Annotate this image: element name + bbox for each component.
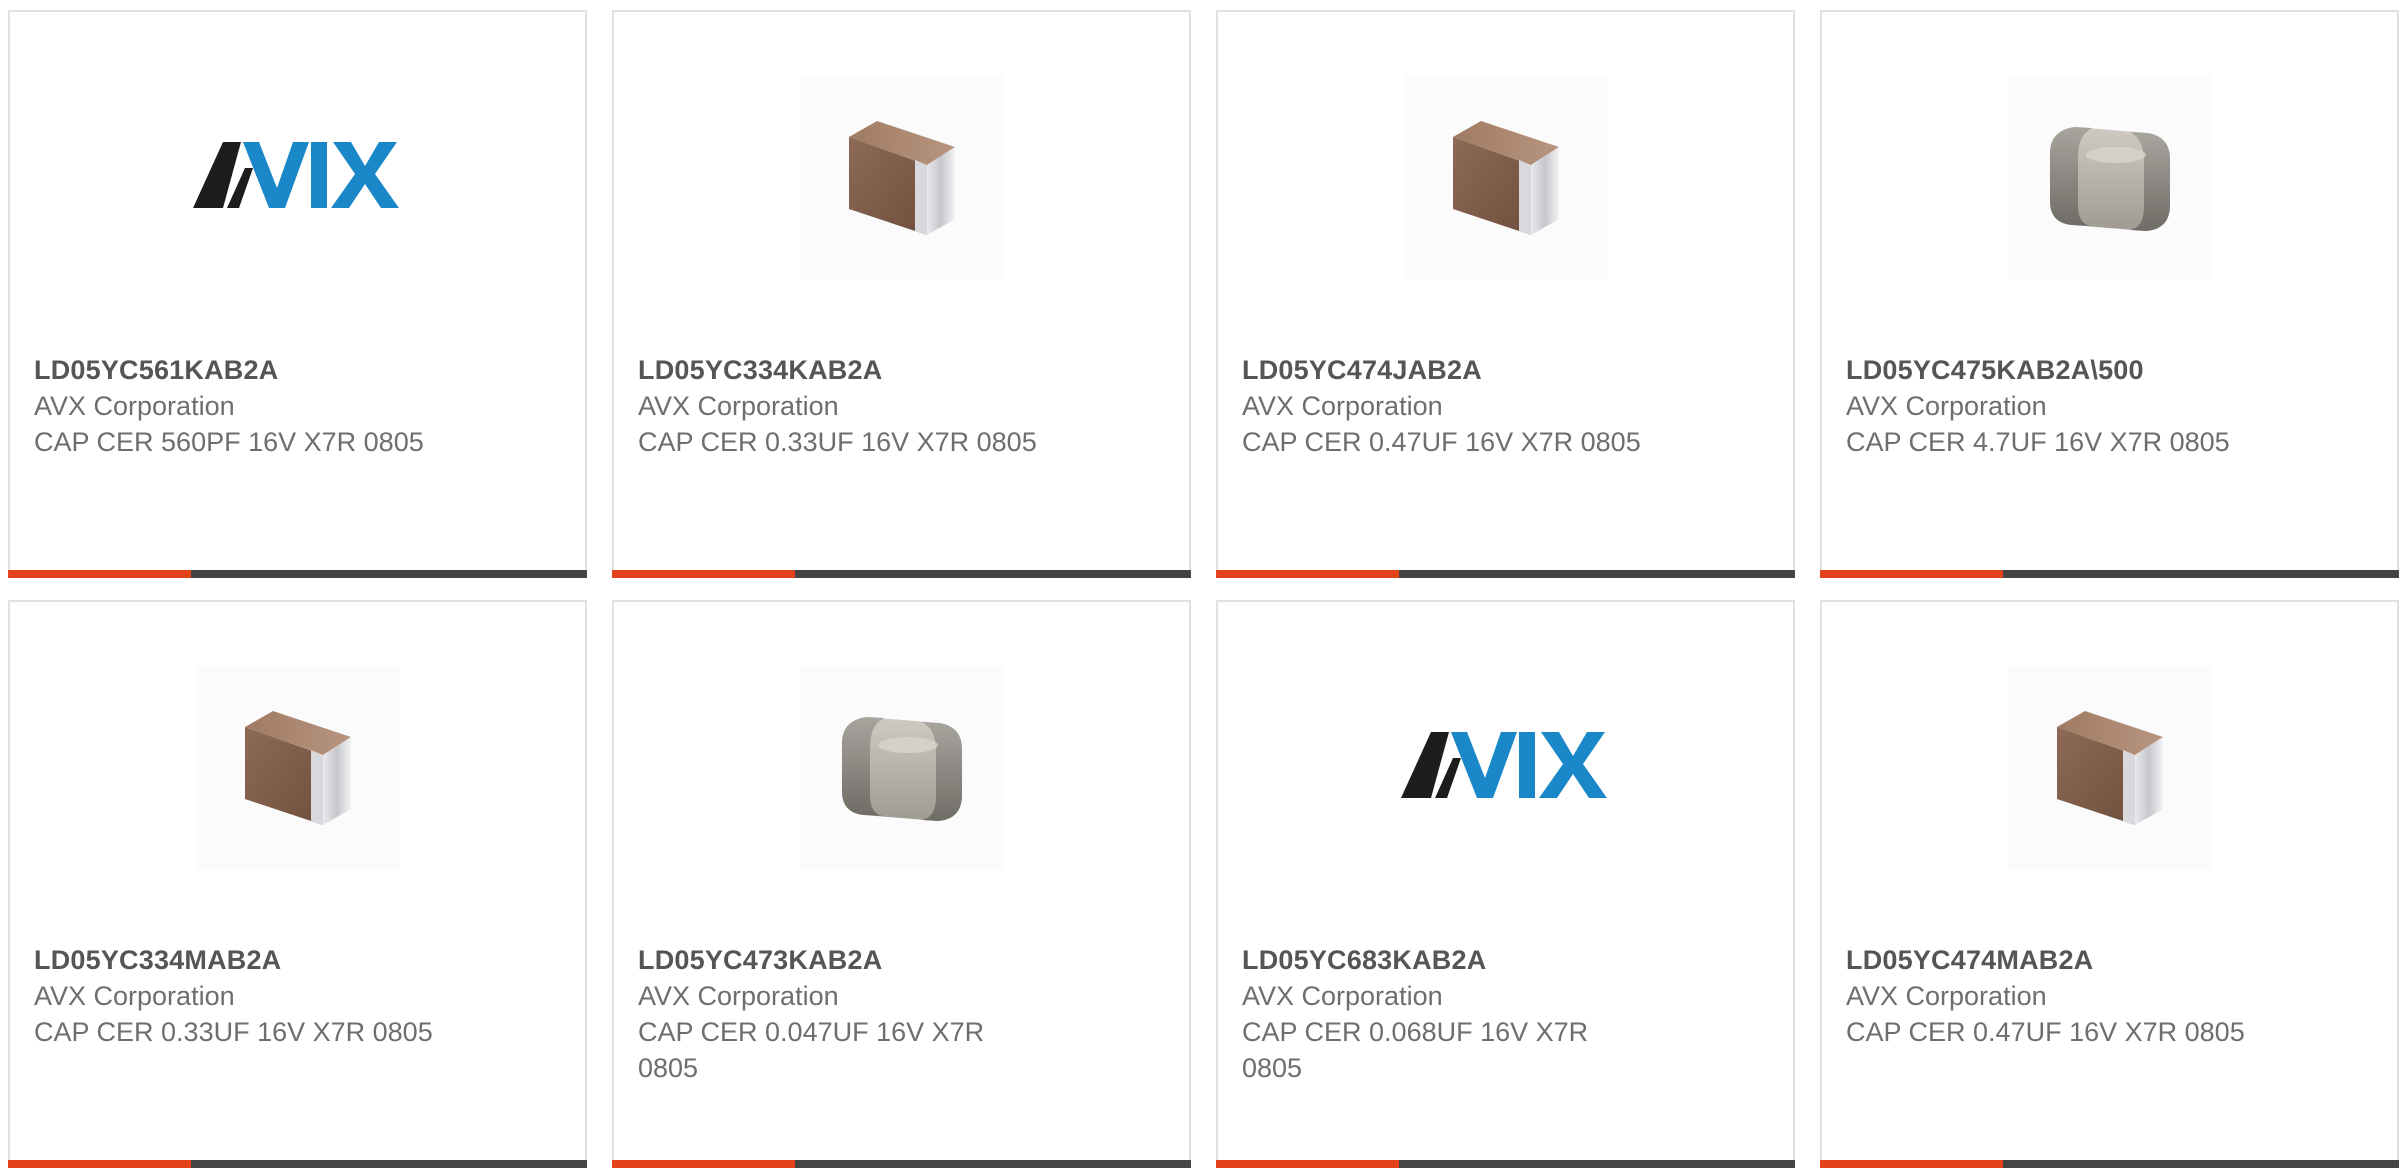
product-info: LD05YC334KAB2A AVX Corporation CAP CER 0.3… [638,352,1165,460]
product-card[interactable]: LD05YC473KAB2A AVX Corporation CAP CER 0.0… [612,600,1191,1168]
part-number[interactable]: LD05YC561KAB2A [34,352,561,388]
product-description: CAP CER 560PF 16V X7R 0805 [34,427,424,457]
product-image[interactable] [1218,666,1793,870]
product-description: CAP CER 0.047UF 16V X7R 0805 [638,1017,985,1083]
manufacturer-name: AVX Corporation [34,981,235,1011]
part-number[interactable]: LD05YC474JAB2A [1242,352,1769,388]
product-description: CAP CER 0.47UF 16V X7R 0805 [1242,427,1641,457]
product-image[interactable] [1218,76,1793,280]
card-footer-bar [1216,570,1795,578]
card-footer-bar [612,570,1191,578]
accent-bar [612,570,795,578]
product-card[interactable]: LD05YC334KAB2A AVX Corporation CAP CER 0.3… [612,10,1191,578]
product-info: LD05YC683KAB2A AVX Corporation CAP CER 0.0… [1242,942,1769,1086]
product-description: CAP CER 0.068UF 16V X7R 0805 [1242,1017,1589,1083]
chip-capacitor-brown-icon [1403,76,1608,280]
product-card[interactable]: LD05YC561KAB2A AVX Corporation CAP CER 560… [8,10,587,578]
avx-logo-icon [1386,666,1626,870]
manufacturer-name: AVX Corporation [1846,391,2047,421]
product-description: CAP CER 0.33UF 16V X7R 0805 [638,427,1037,457]
chip-capacitor-brown-icon [799,76,1004,280]
accent-bar [1216,570,1399,578]
part-number[interactable]: LD05YC474MAB2A [1846,942,2373,978]
product-description: CAP CER 0.33UF 16V X7R 0805 [34,1017,433,1047]
chip-capacitor-brown-icon [2007,666,2212,870]
part-number[interactable]: LD05YC473KAB2A [638,942,1165,978]
product-info: LD05YC474MAB2A AVX Corporation CAP CER 0.4… [1846,942,2373,1050]
part-number[interactable]: LD05YC475KAB2A\500 [1846,352,2373,388]
product-info: LD05YC475KAB2A\500 AVX Corporation CAP CER… [1846,352,2373,460]
product-image[interactable] [10,76,585,280]
product-card[interactable]: LD05YC474JAB2A AVX Corporation CAP CER 0.4… [1216,10,1795,578]
product-image[interactable] [1822,76,2397,280]
product-info: LD05YC561KAB2A AVX Corporation CAP CER 560… [34,352,561,460]
manufacturer-name: AVX Corporation [1846,981,2047,1011]
accent-bar [8,570,191,578]
product-description: CAP CER 4.7UF 16V X7R 0805 [1846,427,2230,457]
product-grid: LD05YC561KAB2A AVX Corporation CAP CER 560… [8,10,2400,1168]
manufacturer-name: AVX Corporation [638,391,839,421]
product-info: LD05YC334MAB2A AVX Corporation CAP CER 0.3… [34,942,561,1050]
product-image[interactable] [614,76,1189,280]
avx-logo-icon [178,76,418,280]
product-card[interactable]: LD05YC475KAB2A\500 AVX Corporation CAP CER… [1820,10,2399,578]
manufacturer-name: AVX Corporation [34,391,235,421]
product-image[interactable] [10,666,585,870]
product-info: LD05YC474JAB2A AVX Corporation CAP CER 0.4… [1242,352,1769,460]
card-footer-bar [1820,570,2399,578]
manufacturer-name: AVX Corporation [1242,391,1443,421]
product-card[interactable]: LD05YC334MAB2A AVX Corporation CAP CER 0.3… [8,600,587,1168]
chip-capacitor-grey-icon [799,666,1004,870]
chip-capacitor-grey-icon [2007,76,2212,280]
part-number[interactable]: LD05YC683KAB2A [1242,942,1769,978]
product-info: LD05YC473KAB2A AVX Corporation CAP CER 0.0… [638,942,1165,1086]
product-image[interactable] [614,666,1189,870]
product-image[interactable] [1822,666,2397,870]
part-number[interactable]: LD05YC334MAB2A [34,942,561,978]
part-number[interactable]: LD05YC334KAB2A [638,352,1165,388]
product-description: CAP CER 0.47UF 16V X7R 0805 [1846,1017,2245,1047]
manufacturer-name: AVX Corporation [1242,981,1443,1011]
product-card[interactable]: LD05YC683KAB2A AVX Corporation CAP CER 0.0… [1216,600,1795,1168]
accent-bar [1820,570,2003,578]
card-footer-bar [8,570,587,578]
chip-capacitor-brown-icon [195,666,400,870]
product-card[interactable]: LD05YC474MAB2A AVX Corporation CAP CER 0.4… [1820,600,2399,1168]
manufacturer-name: AVX Corporation [638,981,839,1011]
